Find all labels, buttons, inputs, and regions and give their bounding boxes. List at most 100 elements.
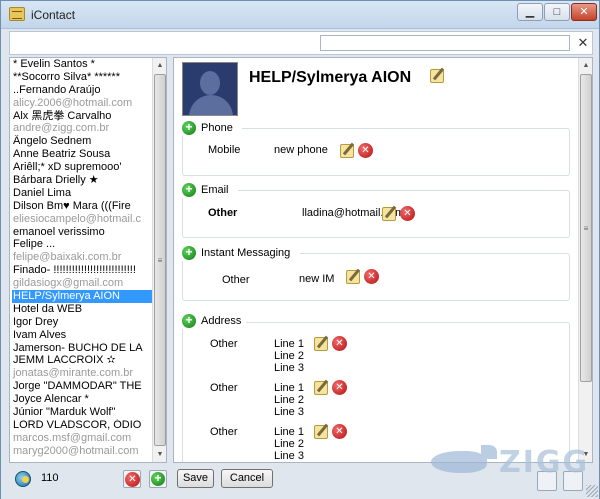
- contact-item[interactable]: Daniel Lima: [12, 187, 152, 200]
- title-bar[interactable]: iContact ▁ □ ✕: [1, 1, 599, 29]
- contact-item[interactable]: * Evelin Santos *: [12, 58, 152, 71]
- contact-item[interactable]: gildasiogx@gmail.com: [12, 277, 152, 290]
- minimize-button[interactable]: ▁: [517, 3, 543, 21]
- contact-name: HELP/Sylmerya AION: [249, 68, 444, 87]
- scroll-thumb[interactable]: ≡: [580, 74, 592, 382]
- address-line3[interactable]: Line 3: [274, 406, 304, 418]
- contact-item[interactable]: Júnior "Marduk Wolf": [12, 406, 152, 419]
- contact-item[interactable]: Hotel da WEB: [12, 303, 152, 316]
- address-line3[interactable]: Line 3: [274, 450, 304, 462]
- contact-item[interactable]: eliesiocampelo@hotmail.c: [12, 213, 152, 226]
- contact-item[interactable]: andre@zigg.com.br: [12, 122, 152, 135]
- scroll-thumb[interactable]: ≡: [154, 74, 166, 446]
- edit-icon[interactable]: [340, 144, 354, 158]
- contact-list: * Evelin Santos * **Socorro Silva* ******…: [9, 57, 167, 463]
- close-button[interactable]: ✕: [571, 3, 597, 21]
- resize-grip[interactable]: [586, 485, 598, 497]
- contact-item[interactable]: Joyce Alencar *: [12, 393, 152, 406]
- add-email-icon[interactable]: +: [182, 183, 196, 197]
- app-window: iContact ▁ □ ✕ ✕ * Evelin Santos * **Soco…: [0, 0, 600, 499]
- scroll-up-arrow-icon[interactable]: ▲: [153, 58, 166, 73]
- delete-icon[interactable]: ✕: [358, 143, 373, 158]
- delete-icon[interactable]: ✕: [400, 206, 415, 221]
- contact-item[interactable]: Finado- !!!!!!!!!!!!!!!!!!!!!!!!!!!: [12, 264, 152, 277]
- edit-icon[interactable]: [429, 69, 444, 83]
- contact-item[interactable]: Anne Beatriz Sousa: [12, 148, 152, 161]
- whale-logo-icon: [431, 451, 487, 473]
- address-line1[interactable]: Line 1: [274, 338, 304, 350]
- contact-item[interactable]: Jorge "DAMMODAR" THE: [12, 380, 152, 393]
- delete-icon[interactable]: ✕: [332, 336, 347, 351]
- avatar-shoulders: [189, 95, 233, 115]
- close-icon[interactable]: ✕: [575, 35, 591, 51]
- contact-item[interactable]: Ângelo Sednem: [12, 135, 152, 148]
- contact-item[interactable]: alicy.2006@hotmail.com: [12, 97, 152, 110]
- contact-item[interactable]: **Socorro Silva* ******: [12, 71, 152, 84]
- contact-item[interactable]: Ariêll;* xD supremooo': [12, 161, 152, 174]
- edit-icon[interactable]: [314, 381, 328, 395]
- address-section-title: Address: [201, 315, 242, 327]
- contact-item[interactable]: jonatas@mirante.com.br: [12, 367, 152, 380]
- im-value[interactable]: new IM: [299, 273, 334, 285]
- im-section-title: Instant Messaging: [201, 247, 291, 259]
- contacts-count-icon: [15, 471, 31, 487]
- contact-item[interactable]: Igor Drey: [12, 316, 152, 329]
- scroll-down-arrow-icon[interactable]: ▼: [153, 447, 166, 462]
- add-contact-button[interactable]: +: [149, 470, 167, 488]
- save-button[interactable]: Save: [177, 469, 214, 488]
- cancel-button[interactable]: Cancel: [221, 469, 273, 488]
- contact-item[interactable]: LORD VLADSCOR, ÓDIO: [12, 419, 152, 432]
- delete-icon[interactable]: ✕: [332, 424, 347, 439]
- whale-tail-icon: [481, 445, 497, 459]
- maximize-button[interactable]: □: [544, 3, 570, 21]
- phone-value[interactable]: new phone: [274, 144, 328, 156]
- address-line3[interactable]: Line 3: [274, 362, 304, 374]
- app-icon: [9, 7, 25, 21]
- delete-contact-button[interactable]: ✕: [123, 470, 141, 488]
- contact-item[interactable]: emanoel verissimo: [12, 226, 152, 239]
- phone-section-header: + Phone: [182, 120, 242, 136]
- edit-icon[interactable]: [346, 270, 360, 284]
- search-bar: ✕: [9, 31, 593, 55]
- address-line1[interactable]: Line 1: [274, 426, 304, 438]
- avatar[interactable]: [182, 62, 238, 116]
- edit-icon[interactable]: [314, 337, 328, 351]
- contact-item[interactable]: Jamerson- BUCHO DE LA: [12, 342, 152, 355]
- detail-scrollbar[interactable]: ▲ ≡ ▼: [578, 58, 592, 462]
- avatar-head: [200, 71, 220, 95]
- address-line2[interactable]: Line 2: [274, 394, 304, 406]
- add-address-icon[interactable]: +: [182, 314, 196, 328]
- contact-list-scrollbar[interactable]: ▲ ≡ ▼: [152, 58, 166, 462]
- address-line1[interactable]: Line 1: [274, 382, 304, 394]
- contact-item[interactable]: Dilson Bm♥ Mara (((Fire: [12, 200, 152, 213]
- search-input[interactable]: [320, 35, 570, 51]
- delete-icon[interactable]: ✕: [332, 380, 347, 395]
- contact-item-selected[interactable]: HELP/Sylmerya AION: [12, 290, 152, 303]
- address-label: Other: [210, 426, 238, 438]
- contact-item[interactable]: maryg2000@hotmail.com: [12, 445, 152, 458]
- contact-item[interactable]: Felipe ...: [12, 238, 152, 251]
- contact-detail-panel: HELP/Sylmerya AION + Phone Mobile new ph…: [173, 57, 593, 463]
- contact-item[interactable]: marcos.msf@gmail.com: [12, 432, 152, 445]
- contact-items: * Evelin Santos * **Socorro Silva* ******…: [12, 58, 152, 458]
- add-phone-icon[interactable]: +: [182, 121, 196, 135]
- delete-icon: ✕: [125, 472, 140, 487]
- contact-item[interactable]: Alx 黑虎拳 Carvalho: [12, 110, 152, 123]
- address-section-header: + Address: [182, 313, 246, 329]
- contact-item[interactable]: felipe@baixaki.com.br: [12, 251, 152, 264]
- contact-item[interactable]: Bárbara Drielly ★: [12, 174, 152, 187]
- contact-item[interactable]: Ivam Alves: [12, 329, 152, 342]
- address-line2[interactable]: Line 2: [274, 350, 304, 362]
- contact-item[interactable]: ..Fernando Araújo: [12, 84, 152, 97]
- add-im-icon[interactable]: +: [182, 246, 196, 260]
- contact-item[interactable]: JEMM LACCROIX ✫: [12, 354, 152, 367]
- edit-icon[interactable]: [314, 425, 328, 439]
- contacts-count: 110: [41, 472, 59, 484]
- address-line2[interactable]: Line 2: [274, 438, 304, 450]
- edit-icon[interactable]: [382, 207, 396, 221]
- add-icon: +: [151, 472, 165, 486]
- email-label: Other: [208, 207, 238, 219]
- delete-icon[interactable]: ✕: [364, 269, 379, 284]
- scroll-up-arrow-icon[interactable]: ▲: [579, 58, 592, 73]
- watermark-text: ZIGG: [499, 445, 590, 480]
